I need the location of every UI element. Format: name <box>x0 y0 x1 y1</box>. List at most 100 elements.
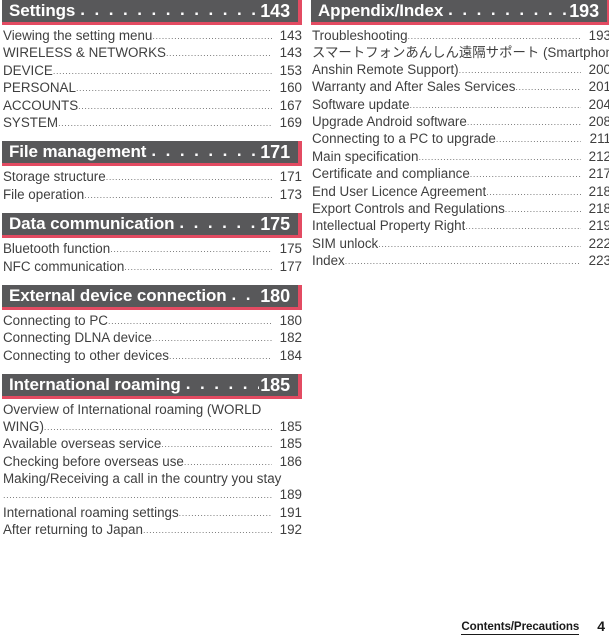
toc-entry[interactable]: Available overseas service..............… <box>3 436 302 453</box>
toc-entry-page-number: 143 <box>279 28 302 43</box>
toc-entry-label: ACCOUNTS <box>3 97 79 113</box>
section-entry-list: Troubleshooting.........................… <box>311 25 609 271</box>
toc-section: Data communication. . . . . . . . . . . … <box>2 213 302 276</box>
section-title: External device connection <box>9 286 227 306</box>
toc-entry-label: Intellectual Property Right <box>312 218 466 234</box>
toc-entry-label: PERSONAL <box>3 80 76 96</box>
toc-entry-page-number: 143 <box>279 45 302 61</box>
toc-entry[interactable]: NFC communication.......................… <box>3 259 302 276</box>
toc-entry-label: Software update <box>312 96 410 112</box>
toc-entry[interactable]: International roaming settings..........… <box>3 505 302 522</box>
section-header[interactable]: File management. . . . . . . . . . . . .… <box>2 141 302 164</box>
toc-entry-page-number: 200 <box>588 61 609 77</box>
toc-entry-page-number: 212 <box>588 148 609 164</box>
section-leader-dots: . . . . . . . . . . . . . . . . . . . . … <box>448 0 568 18</box>
toc-entry-wrapped-line[interactable]: スマートフォンあんしん遠隔サポート (Smartphone <box>312 45 609 61</box>
toc-entry[interactable]: Warranty and After Sales Services.......… <box>312 79 609 96</box>
section-entry-list: Overview of International roaming (WORLD… <box>2 399 302 539</box>
toc-entry-leader-dots: ........................................… <box>151 333 272 344</box>
section-header[interactable]: Data communication. . . . . . . . . . . … <box>2 213 302 236</box>
toc-entry-page-number: 192 <box>279 522 302 538</box>
section-leader-dots: . . . . . . . . . . . . . . . . . . . . … <box>151 141 259 159</box>
toc-entry[interactable]: Viewing the setting menu................… <box>3 28 302 45</box>
toc-entry-label: Viewing the setting menu <box>3 28 153 43</box>
toc-entry-leader-dots: ........................................… <box>110 244 272 255</box>
toc-entry[interactable]: Connecting to other devices.............… <box>3 348 302 365</box>
section-header[interactable]: Appendix/Index. . . . . . . . . . . . . … <box>311 0 609 22</box>
toc-entry[interactable]: Storage structure.......................… <box>3 169 302 186</box>
toc-entry-wrapped-line[interactable]: Making/Receiving a call in the country y… <box>3 471 302 487</box>
toc-entry-leader-dots: ........................................… <box>466 117 581 128</box>
toc-entry[interactable]: Troubleshooting.........................… <box>312 28 609 45</box>
toc-entry-leader-dots: ........................................… <box>515 82 581 93</box>
toc-entry[interactable]: WING)...................................… <box>3 419 302 436</box>
toc-entry[interactable]: PERSONAL................................… <box>3 80 302 97</box>
toc-entry[interactable]: File operation..........................… <box>3 187 302 204</box>
toc-entry-label: WING) <box>3 418 44 434</box>
toc-entry-leader-dots: ........................................… <box>409 99 581 110</box>
footer-chapter-label: Contents/Precautions <box>461 620 580 635</box>
toc-entry[interactable]: Intellectual Property Right.............… <box>312 218 609 235</box>
toc-entry[interactable]: ........................................… <box>3 487 302 504</box>
section-leader-dots: . . . . . . . . . . . . . . . . . . . . … <box>185 374 260 392</box>
toc-entry[interactable]: DEVICE..................................… <box>3 63 302 80</box>
toc-entry[interactable]: Anshin Remote Support)..................… <box>312 62 609 79</box>
toc-entry[interactable]: Connecting DLNA device..................… <box>3 330 302 347</box>
toc-entry-label: WIRELESS & NETWORKS <box>3 45 166 61</box>
toc-entry[interactable]: Export Controls and Regulations.........… <box>312 201 609 218</box>
toc-entry[interactable]: Software update.........................… <box>312 97 609 114</box>
toc-entry-page-number: 218 <box>588 183 609 199</box>
toc-entry[interactable]: Index...................................… <box>312 253 609 270</box>
section-title: Data communication <box>9 214 175 234</box>
section-header[interactable]: Settings. . . . . . . . . . . . . . . . … <box>2 0 302 22</box>
toc-entry[interactable]: Upgrade Android software................… <box>312 114 609 131</box>
section-header[interactable]: External device connection. . . . . . . … <box>2 285 302 308</box>
section-title: Settings <box>9 1 76 20</box>
toc-entry-label: International roaming settings <box>3 504 179 520</box>
toc-entry-page-number: 173 <box>279 186 302 202</box>
toc-entry-label: DEVICE <box>3 62 53 78</box>
toc-entry[interactable]: End User Licence Agreement..............… <box>312 184 609 201</box>
toc-entry-page-number: 184 <box>279 347 302 363</box>
toc-entry[interactable]: Bluetooth function......................… <box>3 241 302 258</box>
toc-entry[interactable]: SYSTEM..................................… <box>3 115 302 132</box>
toc-entry[interactable]: SIM unlock..............................… <box>312 236 609 253</box>
toc-entry-label: Main specification <box>312 148 419 164</box>
toc-entry-label: Upgrade Android software <box>312 114 467 130</box>
toc-entry-label: Warranty and After Sales Services <box>312 79 516 95</box>
toc-entry[interactable]: Connecting to a PC to upgrade...........… <box>312 131 609 148</box>
footer-page-number: 4 <box>597 618 605 634</box>
toc-entry[interactable]: WIRELESS & NETWORKS.....................… <box>3 45 302 62</box>
toc-entry-label: Bluetooth function <box>3 241 111 257</box>
toc-entry-label: Certificate and compliance <box>312 166 470 182</box>
toc-entry[interactable]: Checking before overseas use............… <box>3 454 302 471</box>
toc-entry[interactable]: After returning to Japan................… <box>3 522 302 539</box>
toc-entry-leader-dots: ........................................… <box>178 507 272 518</box>
toc-entry-leader-dots: ........................................… <box>465 221 581 232</box>
toc-entry-label: Troubleshooting <box>312 28 408 43</box>
toc-entry-page-number: 171 <box>279 169 302 185</box>
toc-entry[interactable]: Main specification......................… <box>312 149 609 166</box>
toc-entry-page-number: 218 <box>588 201 609 217</box>
toc-entry-page-number: 219 <box>588 218 609 234</box>
toc-entry-leader-dots: ........................................… <box>458 64 581 75</box>
toc-entry-label: After returning to Japan <box>3 522 143 538</box>
toc-entry-wrapped-line[interactable]: Overview of International roaming (WORLD <box>3 402 302 418</box>
toc-entry[interactable]: Certificate and compliance..............… <box>312 166 609 183</box>
toc-entry-page-number: 153 <box>279 62 302 78</box>
toc-entry-leader-dots: ........................................… <box>124 261 272 272</box>
section-leader-dots: . . . . . . . . . . . . . . . . . . . . … <box>179 213 259 231</box>
toc-entry-page-number: 177 <box>279 258 302 274</box>
section-entry-list: Connecting to PC........................… <box>2 310 302 365</box>
toc-entry-page-number: 175 <box>279 241 302 257</box>
toc-entry[interactable]: Connecting to PC........................… <box>3 313 302 330</box>
toc-entry-page-number: 191 <box>279 504 302 520</box>
toc-column-right: Appendix/Index. . . . . . . . . . . . . … <box>311 0 609 280</box>
page-footer: Contents/Precautions 4 <box>0 613 609 635</box>
toc-entry[interactable]: ACCOUNTS................................… <box>3 98 302 115</box>
section-header[interactable]: International roaming. . . . . . . . . .… <box>2 374 302 397</box>
toc-section: File management. . . . . . . . . . . . .… <box>2 141 302 204</box>
section-page-number: 143 <box>260 0 290 21</box>
section-entry-list: Viewing the setting menu................… <box>2 25 302 132</box>
section-leader-dots: . . . . . . . . . . . . . . . . . . . . … <box>231 285 260 303</box>
